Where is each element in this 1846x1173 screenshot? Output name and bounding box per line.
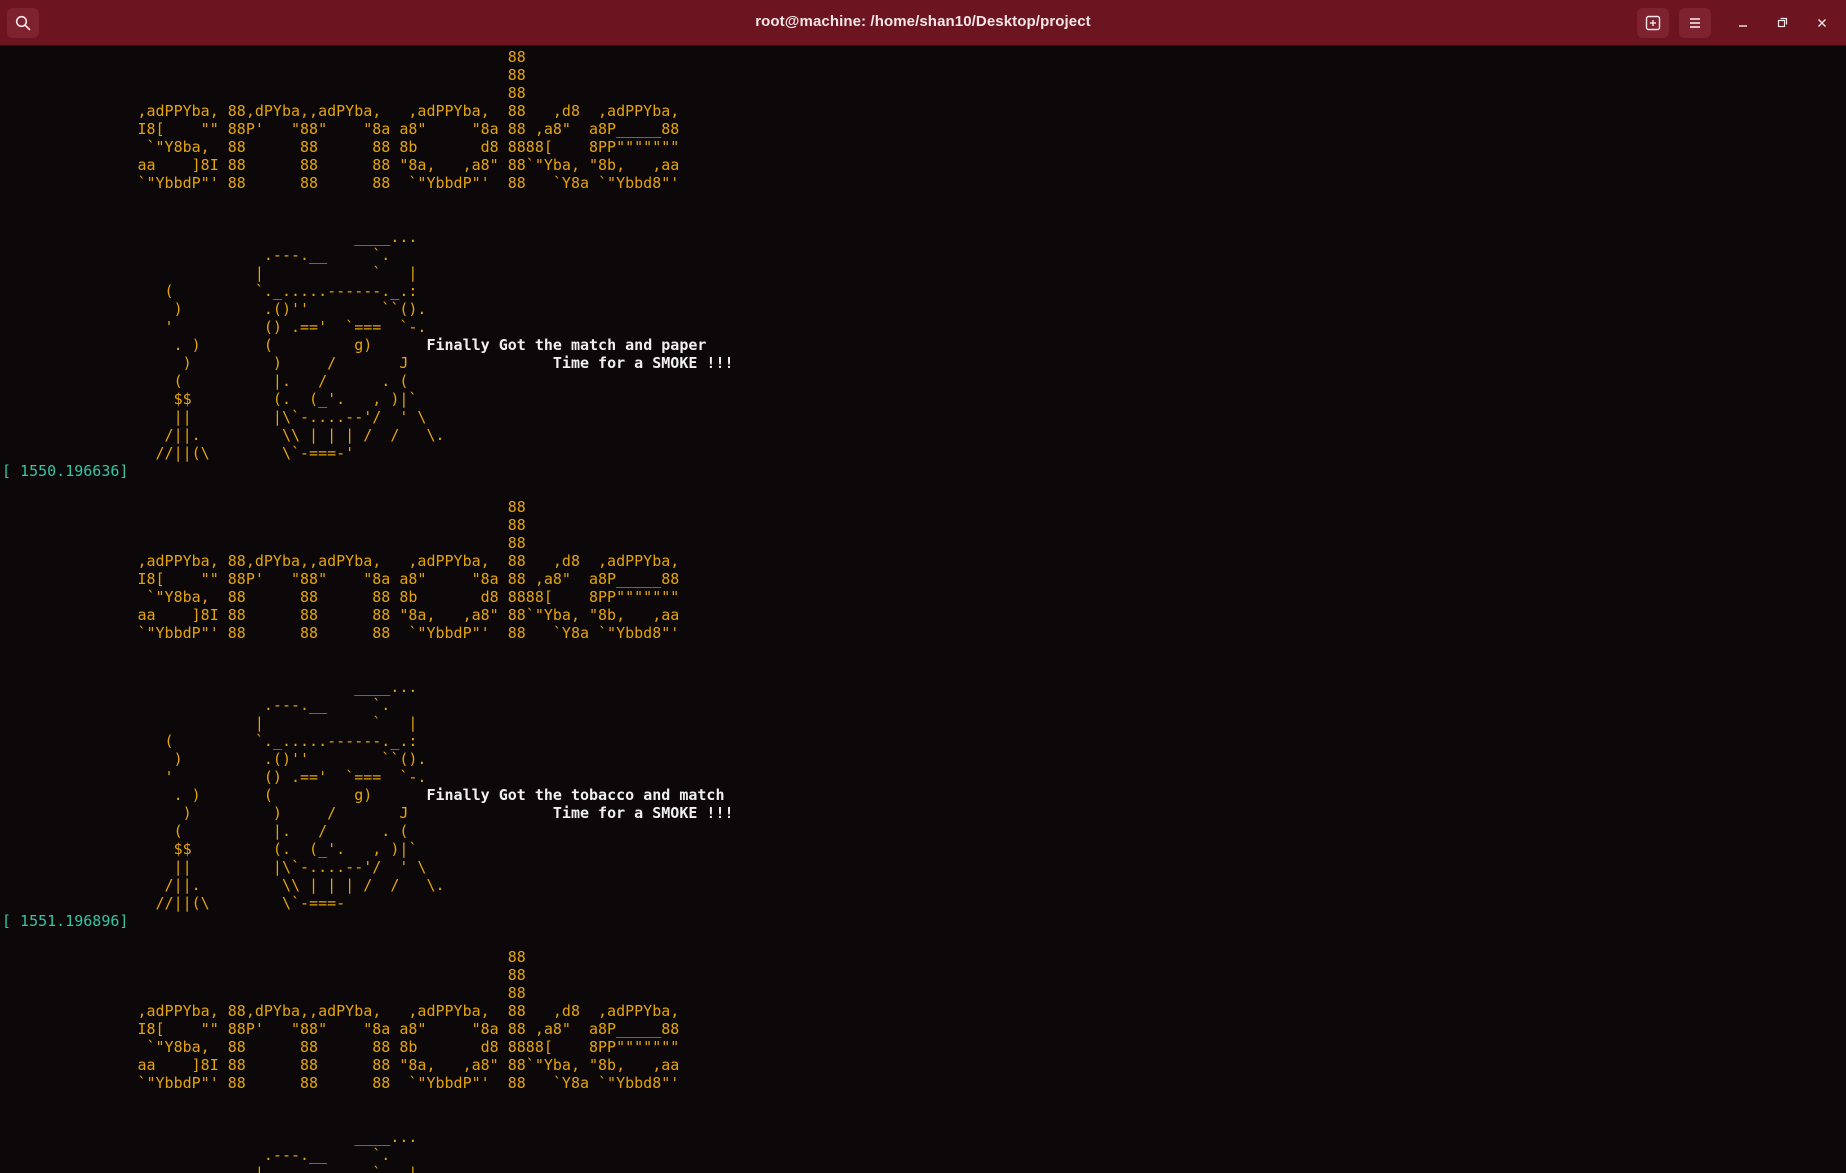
art-fragment: . ) ( g) — [2, 786, 427, 804]
ascii-banner: 88 88 88 ,adPPYba, 88,dPYba,,adPYba, ,ad… — [2, 498, 1846, 642]
timestamp: [ 1551.196896] — [2, 912, 129, 930]
art-fragment: . ) ( g) — [2, 336, 427, 354]
banner-line: I8[ "" 88P' "88" "8a a8" "8a 88 ,a8" a8P… — [2, 120, 680, 138]
banner-line: 88 — [2, 966, 526, 984]
ascii-banner: 88 88 88 ,adPPYba, 88,dPYba,,adPYba, ,ad… — [2, 948, 1846, 1092]
banner-line: I8[ "" 88P' "88" "8a a8" "8a 88 ,a8" a8P… — [2, 570, 680, 588]
window-title: root@machine: /home/shan10/Desktop/proje… — [755, 13, 1091, 30]
banner-line: aa ]8I 88 88 88 "8a, ,a8" 88`"Yba, "8b, … — [2, 1056, 680, 1074]
close-icon — [1816, 14, 1828, 33]
banner-line: 88 — [2, 66, 526, 84]
banner-line: `"Y8ba, 88 88 88 8b d8 8888[ 8PP""""""" — [2, 588, 680, 606]
status-message: Finally Got the tobacco and match — [426, 786, 725, 804]
art-line: ( |. / . ( — [2, 372, 409, 390]
terminal-output[interactable]: 88 88 88 ,adPPYba, 88,dPYba,,adPYba, ,ad… — [0, 46, 1846, 1173]
banner-line: `"YbbdP"' 88 88 88 `"YbbdP"' 88 `Y8a `"Y… — [2, 1074, 680, 1092]
art-line: //||(\ \`-===- — [2, 894, 346, 912]
art-line: ( |. / . ( — [2, 822, 409, 840]
art-line: ' () .==' `=== `-. — [2, 318, 427, 336]
art-line: ' () .==' `=== `-. — [2, 768, 427, 786]
banner-line: 88 — [2, 948, 526, 966]
art-line-with-message: ) ) / J Time for a SMOKE !!! — [2, 354, 1846, 372]
art-line: | ` | — [2, 714, 418, 732]
banner-line: ,adPPYba, 88,dPYba,,adPYba, ,adPPYba, 88… — [2, 552, 680, 570]
art-fragment: ) ) / J — [2, 804, 553, 822]
new-tab-button[interactable] — [1637, 8, 1669, 38]
maximize-button[interactable] — [1768, 10, 1796, 36]
art-line: | ` | — [2, 264, 418, 282]
ascii-banner: 88 88 88 ,adPPYba, 88,dPYba,,adPYba, ,ad… — [2, 48, 1846, 192]
art-line: | ` | — [2, 1164, 418, 1173]
banner-line: 88 — [2, 498, 526, 516]
minimize-icon — [1737, 14, 1749, 33]
banner-line: aa ]8I 88 88 88 "8a, ,a8" 88`"Yba, "8b, … — [2, 156, 680, 174]
menu-button[interactable] — [1679, 8, 1711, 38]
art-line: $$ (. (_'. , )|` — [2, 390, 418, 408]
hamburger-menu-icon — [1687, 15, 1703, 31]
art-line-with-message: . ) ( g) Finally Got the match and paper — [2, 336, 1846, 354]
banner-line: I8[ "" 88P' "88" "8a a8" "8a 88 ,a8" a8P… — [2, 1020, 680, 1038]
banner-line: ,adPPYba, 88,dPYba,,adPYba, ,adPPYba, 88… — [2, 1002, 680, 1020]
art-line: .---.__ `. — [2, 1146, 391, 1164]
banner-line: aa ]8I 88 88 88 "8a, ,a8" 88`"Yba, "8b, … — [2, 606, 680, 624]
smoker-ascii-art: ____... .---.__ `. | ` | ( `._.....-----… — [2, 228, 1846, 462]
art-line: ____... — [2, 228, 418, 246]
art-line: || |\`-....--'/ ' \ — [2, 858, 427, 876]
banner-line: ,adPPYba, 88,dPYba,,adPYba, ,adPPYba, 88… — [2, 102, 680, 120]
art-line: .---.__ `. — [2, 246, 391, 264]
smoke-message: Time for a SMOKE !!! — [552, 804, 734, 822]
art-line: $$ (. (_'. , )|` — [2, 840, 418, 858]
art-line: ( `._.....------._.: — [2, 282, 418, 300]
art-line: ) .()'' ``(). — [2, 300, 427, 318]
art-line-with-message: . ) ( g) Finally Got the tobacco and mat… — [2, 786, 1846, 804]
art-line: ( `._.....------._.: — [2, 732, 418, 750]
art-line: /||. \\ | | | / / \. — [2, 426, 445, 444]
smoker-ascii-art-partial: ____... .---.__ `. | ` | — [2, 1128, 1846, 1173]
banner-line: `"YbbdP"' 88 88 88 `"YbbdP"' 88 `Y8a `"Y… — [2, 624, 680, 642]
timestamp: [ 1550.196636] — [2, 462, 129, 480]
art-line: //||(\ \`-===-' — [2, 444, 355, 462]
banner-line: `"Y8ba, 88 88 88 8b d8 8888[ 8PP""""""" — [2, 138, 680, 156]
banner-line: 88 — [2, 516, 526, 534]
banner-line: 88 — [2, 84, 526, 102]
title-bar: root@machine: /home/shan10/Desktop/proje… — [0, 0, 1846, 46]
art-line: ) .()'' ``(). — [2, 750, 427, 768]
art-line: || |\`-....--'/ ' \ — [2, 408, 427, 426]
banner-line: 88 — [2, 534, 526, 552]
art-line: /||. \\ | | | / / \. — [2, 876, 445, 894]
banner-line: `"YbbdP"' 88 88 88 `"YbbdP"' 88 `Y8a `"Y… — [2, 174, 680, 192]
minimize-button[interactable] — [1729, 10, 1757, 36]
smoke-message: Time for a SMOKE !!! — [552, 354, 734, 372]
close-button[interactable] — [1808, 10, 1836, 36]
art-line: .---.__ `. — [2, 696, 391, 714]
banner-line: 88 — [2, 984, 526, 1002]
art-fragment: ) ) / J — [2, 354, 553, 372]
new-tab-icon — [1645, 15, 1661, 31]
art-line: ____... — [2, 1128, 418, 1146]
maximize-icon — [1776, 14, 1788, 33]
status-message: Finally Got the match and paper — [426, 336, 707, 354]
banner-line: `"Y8ba, 88 88 88 8b d8 8888[ 8PP""""""" — [2, 1038, 680, 1056]
smoker-ascii-art: ____... .---.__ `. | ` | ( `._.....-----… — [2, 678, 1846, 912]
art-line-with-message: ) ) / J Time for a SMOKE !!! — [2, 804, 1846, 822]
banner-line: 88 — [2, 48, 526, 66]
art-line: ____... — [2, 678, 418, 696]
